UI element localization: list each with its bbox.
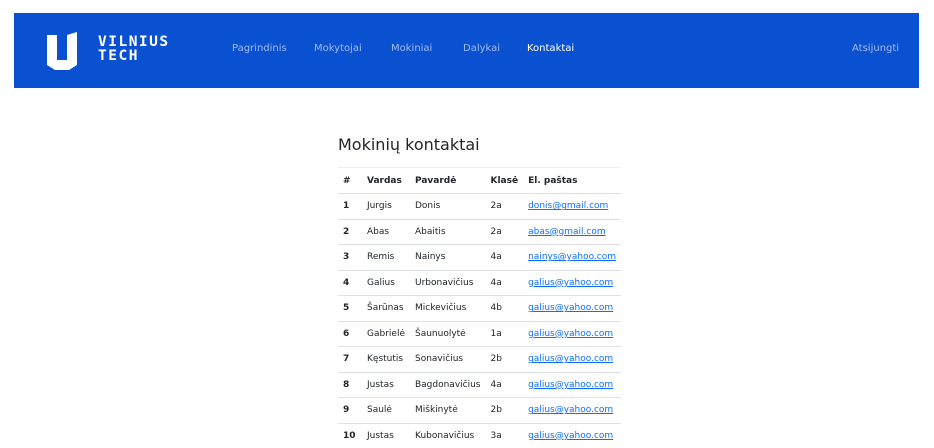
email-link[interactable]: donis@gmail.com (528, 201, 608, 211)
cell-klase: 1a (486, 321, 524, 347)
brand-logo-text[interactable]: VILNIUS TECH (98, 35, 170, 63)
cell-vardas: Jurgis (362, 194, 410, 220)
cell-email: galius@yahoo.com (523, 398, 621, 424)
column-header-number: # (338, 168, 362, 194)
email-link[interactable]: galius@yahoo.com (528, 329, 613, 339)
cell-klase: 4a (486, 270, 524, 296)
cell-email: galius@yahoo.com (523, 347, 621, 373)
table-row: 6GabrielėŠaunuolytė1a galius@yahoo.com (338, 321, 621, 347)
email-link[interactable]: abas@gmail.com (528, 227, 606, 237)
email-link[interactable]: galius@yahoo.com (528, 354, 613, 364)
cell-pavarde: Sonavičius (410, 347, 486, 373)
cell-pavarde: Miškinytė (410, 398, 486, 424)
table-header-row: # Vardas Pavardė Klasė El. paštas (338, 168, 621, 194)
table-row: 1JurgisDonis2a donis@gmail.com (338, 194, 621, 220)
cell-pavarde: Abaitis (410, 219, 486, 245)
cell-klase: 4a (486, 372, 524, 398)
cell-vardas: Saulė (362, 398, 410, 424)
email-link[interactable]: galius@yahoo.com (528, 278, 613, 288)
cell-number: 6 (338, 321, 362, 347)
cell-number: 3 (338, 245, 362, 271)
cell-email: nainys@yahoo.com (523, 245, 621, 271)
table-row: 8JustasBagdonavičius4a galius@yahoo.com (338, 372, 621, 398)
cell-email: abas@gmail.com (523, 219, 621, 245)
cell-vardas: Galius (362, 270, 410, 296)
cell-klase: 2b (486, 347, 524, 373)
column-header-email: El. paštas (523, 168, 621, 194)
cell-number: 8 (338, 372, 362, 398)
column-header-pavarde: Pavardė (410, 168, 486, 194)
cell-vardas: Šarūnas (362, 296, 410, 322)
student-contacts-table: # Vardas Pavardė Klasė El. paštas 1Jurgi… (338, 167, 621, 448)
email-link[interactable]: galius@yahoo.com (528, 405, 613, 415)
top-navbar: VILNIUS TECH Pagrindinis Mokytojai Mokin… (14, 13, 919, 88)
table-row: 4GaliusUrbonavičius4a galius@yahoo.com (338, 270, 621, 296)
cell-number: 9 (338, 398, 362, 424)
cell-klase: 2a (486, 219, 524, 245)
logout-link[interactable]: Atsijungti (852, 43, 899, 54)
cell-vardas: Kęstutis (362, 347, 410, 373)
table-header: # Vardas Pavardė Klasė El. paštas (338, 168, 621, 194)
cell-klase: 4b (486, 296, 524, 322)
cell-number: 4 (338, 270, 362, 296)
page-title: Mokinių kontaktai (338, 135, 480, 154)
cell-klase: 2a (486, 194, 524, 220)
cell-vardas: Justas (362, 372, 410, 398)
cell-pavarde: Nainys (410, 245, 486, 271)
cell-klase: 2b (486, 398, 524, 424)
nav-link-pagrindinis[interactable]: Pagrindinis (232, 43, 287, 54)
cell-pavarde: Mickevičius (410, 296, 486, 322)
email-link[interactable]: nainys@yahoo.com (528, 252, 616, 262)
table-row: 9SaulėMiškinytė2b galius@yahoo.com (338, 398, 621, 424)
cell-klase: 4a (486, 245, 524, 271)
cell-pavarde: Bagdonavičius (410, 372, 486, 398)
nav-link-kontaktai[interactable]: Kontaktai (527, 43, 574, 54)
table-row: 2AbasAbaitis2a abas@gmail.com (338, 219, 621, 245)
column-header-vardas: Vardas (362, 168, 410, 194)
cell-email: donis@gmail.com (523, 194, 621, 220)
nav-link-dalykai[interactable]: Dalykai (463, 43, 500, 54)
table-row: 7KęstutisSonavičius2b galius@yahoo.com (338, 347, 621, 373)
nav-link-mokiniai[interactable]: Mokiniai (391, 43, 432, 54)
cell-email: galius@yahoo.com (523, 321, 621, 347)
cell-email: galius@yahoo.com (523, 270, 621, 296)
table-body: 1JurgisDonis2a donis@gmail.com 2AbasAbaiti… (338, 194, 621, 448)
email-link[interactable]: galius@yahoo.com (528, 303, 613, 313)
table-row: 3RemisNainys4a nainys@yahoo.com (338, 245, 621, 271)
cell-number: 5 (338, 296, 362, 322)
cell-email: galius@yahoo.com (523, 372, 621, 398)
cell-vardas: Gabrielė (362, 321, 410, 347)
column-header-klase: Klasė (486, 168, 524, 194)
brand-line-2: TECH (98, 49, 170, 63)
cell-number: 2 (338, 219, 362, 245)
cell-number: 1 (338, 194, 362, 220)
email-link[interactable]: galius@yahoo.com (528, 380, 613, 390)
cell-pavarde: Donis (410, 194, 486, 220)
cell-pavarde: Urbonavičius (410, 270, 486, 296)
cell-pavarde: Šaunuolytė (410, 321, 486, 347)
cell-number: 7 (338, 347, 362, 373)
cell-vardas: Remis (362, 245, 410, 271)
nav-link-mokytojai[interactable]: Mokytojai (314, 43, 362, 54)
table-row: 5ŠarūnasMickevičius4b galius@yahoo.com (338, 296, 621, 322)
cell-email: galius@yahoo.com (523, 296, 621, 322)
cell-vardas: Abas (362, 219, 410, 245)
brand-line-1: VILNIUS (98, 35, 170, 49)
vilnius-tech-logo-icon[interactable] (47, 32, 77, 70)
